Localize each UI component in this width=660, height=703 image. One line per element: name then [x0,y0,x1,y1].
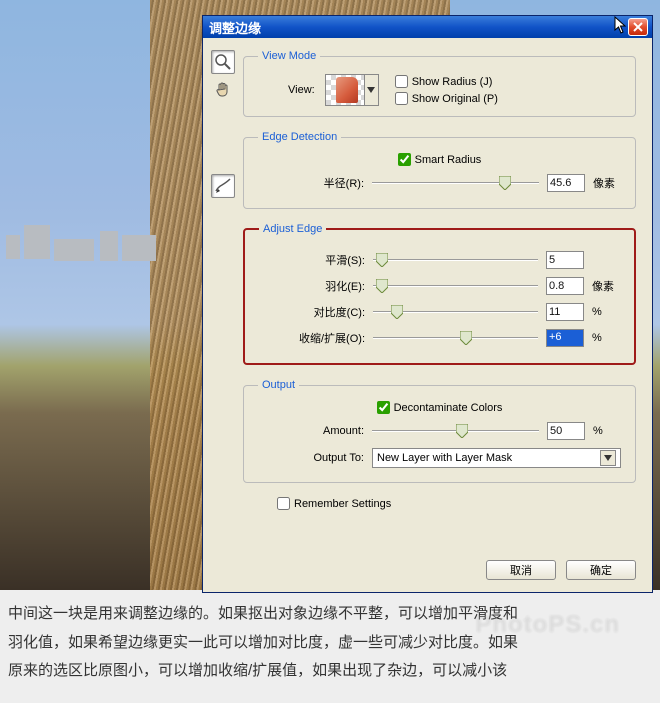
remember-settings-label: Remember Settings [294,498,391,510]
caption-line-2: 羽化值，如果希望边缘更实一此可以增加对比度，虚一些可减少对比度。如果 [8,629,652,658]
feather-value[interactable] [546,277,584,295]
mouse-cursor-icon [616,18,628,36]
show-original-input[interactable] [395,92,408,105]
radius-slider[interactable] [372,176,539,190]
tool-column [209,50,237,198]
caption-line-1: 中间这一块是用来调整边缘的。如果抠出对象边缘不平整，可以增加平滑度和 [8,600,652,629]
show-original-label: Show Original (P) [412,93,498,105]
edge-detection-group: Edge Detection Smart Radius 半径(R): 像素 [243,131,636,209]
show-radius-label: Show Radius (J) [412,76,493,88]
amount-unit: % [593,425,621,437]
title-bar[interactable]: 调整边缘 [203,16,652,38]
ok-button[interactable]: 确定 [566,560,636,580]
close-button[interactable] [628,18,648,36]
amount-slider[interactable] [372,424,539,438]
remember-settings-input[interactable] [277,497,290,510]
caption-line-3: 原来的选区比原图小，可以增加收缩/扩展值，如果出现了杂边，可以减小该 [8,657,652,686]
edge-detection-legend: Edge Detection [258,131,341,143]
amount-value[interactable] [547,422,585,440]
shift-value[interactable]: +6 [546,329,584,347]
feather-unit: 像素 [592,278,620,294]
output-to-select[interactable]: New Layer with Layer Mask [372,448,621,468]
contrast-value[interactable] [546,303,584,321]
show-radius-checkbox[interactable]: Show Radius (J) [395,75,498,88]
chevron-down-icon[interactable] [600,450,616,466]
refine-edge-dialog: 调整边缘 View Mode View: [202,15,653,593]
output-to-value: New Layer with Layer Mask [377,452,600,464]
view-mode-group: View Mode View: Show Radius (J) Show Ori… [243,50,636,117]
output-legend: Output [258,379,299,391]
view-label: View: [288,84,315,96]
view-thumbnail[interactable] [325,74,365,106]
refine-brush-tool-icon[interactable] [211,174,235,198]
castle-silhouette [0,195,200,275]
shift-unit: % [592,332,620,344]
feather-slider[interactable] [373,279,538,293]
shift-slider[interactable] [373,331,538,345]
shift-label: 收缩/扩展(O): [259,330,365,346]
smooth-value[interactable] [546,251,584,269]
adjust-edge-legend: Adjust Edge [259,223,326,235]
tutorial-caption: 中间这一块是用来调整边缘的。如果抠出对象边缘不平整，可以增加平滑度和 羽化值，如… [8,600,652,686]
radius-value[interactable] [547,174,585,192]
smooth-slider[interactable] [373,253,538,267]
view-mode-legend: View Mode [258,50,320,62]
show-original-checkbox[interactable]: Show Original (P) [395,92,498,105]
view-dropdown[interactable] [365,74,379,106]
radius-label: 半径(R): [258,175,364,191]
contrast-slider[interactable] [373,305,538,319]
remember-settings-checkbox[interactable]: Remember Settings [277,497,636,510]
hand-tool-icon[interactable] [211,78,235,102]
contrast-label: 对比度(C): [259,304,365,320]
smart-radius-label: Smart Radius [415,154,482,166]
output-group: Output Decontaminate Colors Amount: % Ou… [243,379,636,483]
zoom-tool-icon[interactable] [211,50,235,74]
dialog-title: 调整边缘 [209,18,616,37]
show-radius-input[interactable] [395,75,408,88]
decontaminate-checkbox[interactable] [377,401,390,414]
adjust-edge-group: Adjust Edge 平滑(S): 羽化(E): 像素 对比度(C): [243,223,636,365]
contrast-unit: % [592,306,620,318]
radius-unit: 像素 [593,175,621,191]
smart-radius-checkbox[interactable] [398,153,411,166]
cancel-button[interactable]: 取消 [486,560,556,580]
feather-label: 羽化(E): [259,278,365,294]
smooth-label: 平滑(S): [259,252,365,268]
decontaminate-label: Decontaminate Colors [394,402,503,414]
dialog-button-row: 取消 确定 [486,560,636,580]
output-to-label: Output To: [258,452,364,464]
amount-label: Amount: [258,425,364,437]
